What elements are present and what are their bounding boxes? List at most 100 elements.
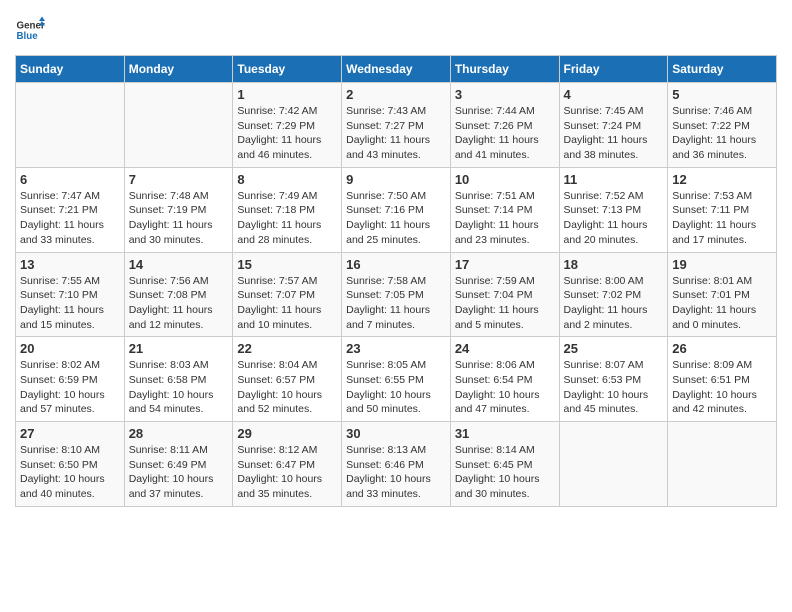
calendar-cell: 21 Sunrise: 8:03 AMSunset: 6:58 PMDayligh… xyxy=(124,337,233,422)
day-detail: Sunrise: 8:03 AMSunset: 6:58 PMDaylight:… xyxy=(129,358,229,417)
day-number: 20 xyxy=(20,341,120,356)
day-detail: Sunrise: 7:51 AMSunset: 7:14 PMDaylight:… xyxy=(455,189,555,248)
calendar-cell: 29 Sunrise: 8:12 AMSunset: 6:47 PMDayligh… xyxy=(233,422,342,507)
calendar-week-row: 6 Sunrise: 7:47 AMSunset: 7:21 PMDaylight… xyxy=(16,167,777,252)
day-number: 6 xyxy=(20,172,120,187)
calendar-cell xyxy=(668,422,777,507)
day-detail: Sunrise: 7:53 AMSunset: 7:11 PMDaylight:… xyxy=(672,189,772,248)
day-detail: Sunrise: 7:45 AMSunset: 7:24 PMDaylight:… xyxy=(564,104,664,163)
calendar-cell: 20 Sunrise: 8:02 AMSunset: 6:59 PMDayligh… xyxy=(16,337,125,422)
day-detail: Sunrise: 8:02 AMSunset: 6:59 PMDaylight:… xyxy=(20,358,120,417)
page-header: General Blue xyxy=(15,15,777,45)
day-of-week-header: Monday xyxy=(124,56,233,83)
logo-icon: General Blue xyxy=(15,15,45,45)
calendar-cell: 15Sunrise: 7:57 AMSunset: 7:07 PMDayligh… xyxy=(233,252,342,337)
day-detail: Sunrise: 7:49 AMSunset: 7:18 PMDaylight:… xyxy=(237,189,337,248)
svg-text:Blue: Blue xyxy=(17,31,39,42)
calendar-cell: 28Sunrise: 8:11 AMSunset: 6:49 PMDayligh… xyxy=(124,422,233,507)
day-number: 7 xyxy=(129,172,229,187)
day-detail: Sunrise: 7:52 AMSunset: 7:13 PMDaylight:… xyxy=(564,189,664,248)
calendar-cell: 27Sunrise: 8:10 AMSunset: 6:50 PMDayligh… xyxy=(16,422,125,507)
day-number: 28 xyxy=(129,426,229,441)
calendar-cell: 3 Sunrise: 7:44 AMSunset: 7:26 PMDaylight… xyxy=(450,83,559,168)
calendar-cell: 26Sunrise: 8:09 AMSunset: 6:51 PMDayligh… xyxy=(668,337,777,422)
calendar-cell xyxy=(559,422,668,507)
day-detail: Sunrise: 7:43 AMSunset: 7:27 PMDaylight:… xyxy=(346,104,446,163)
calendar-cell: 17Sunrise: 7:59 AMSunset: 7:04 PMDayligh… xyxy=(450,252,559,337)
calendar-week-row: 1 Sunrise: 7:42 AMSunset: 7:29 PMDaylight… xyxy=(16,83,777,168)
day-number: 11 xyxy=(564,172,664,187)
day-of-week-header: Wednesday xyxy=(342,56,451,83)
day-number: 3 xyxy=(455,87,555,102)
day-number: 9 xyxy=(346,172,446,187)
calendar-cell: 2 Sunrise: 7:43 AMSunset: 7:27 PMDaylight… xyxy=(342,83,451,168)
calendar-cell: 18 Sunrise: 8:00 AMSunset: 7:02 PMDayligh… xyxy=(559,252,668,337)
day-detail: Sunrise: 8:05 AMSunset: 6:55 PMDaylight:… xyxy=(346,358,446,417)
day-detail: Sunrise: 7:44 AMSunset: 7:26 PMDaylight:… xyxy=(455,104,555,163)
day-number: 5 xyxy=(672,87,772,102)
day-number: 25 xyxy=(564,341,664,356)
svg-text:General: General xyxy=(17,21,46,32)
day-number: 2 xyxy=(346,87,446,102)
day-detail: Sunrise: 7:48 AMSunset: 7:19 PMDaylight:… xyxy=(129,189,229,248)
day-detail: Sunrise: 8:13 AMSunset: 6:46 PMDaylight:… xyxy=(346,443,446,502)
day-detail: Sunrise: 8:14 AMSunset: 6:45 PMDaylight:… xyxy=(455,443,555,502)
day-number: 27 xyxy=(20,426,120,441)
day-detail: Sunrise: 8:06 AMSunset: 6:54 PMDaylight:… xyxy=(455,358,555,417)
calendar-cell: 4Sunrise: 7:45 AMSunset: 7:24 PMDaylight… xyxy=(559,83,668,168)
calendar-cell: 30Sunrise: 8:13 AMSunset: 6:46 PMDayligh… xyxy=(342,422,451,507)
day-of-week-header: Thursday xyxy=(450,56,559,83)
calendar-table: SundayMondayTuesdayWednesdayThursdayFrid… xyxy=(15,55,777,507)
calendar-cell: 24 Sunrise: 8:06 AMSunset: 6:54 PMDayligh… xyxy=(450,337,559,422)
day-detail: Sunrise: 8:07 AMSunset: 6:53 PMDaylight:… xyxy=(564,358,664,417)
day-number: 26 xyxy=(672,341,772,356)
calendar-cell: 9 Sunrise: 7:50 AMSunset: 7:16 PMDaylight… xyxy=(342,167,451,252)
day-number: 10 xyxy=(455,172,555,187)
calendar-cell: 25 Sunrise: 8:07 AMSunset: 6:53 PMDayligh… xyxy=(559,337,668,422)
day-number: 14 xyxy=(129,257,229,272)
calendar-cell xyxy=(124,83,233,168)
calendar-cell: 16 Sunrise: 7:58 AMSunset: 7:05 PMDayligh… xyxy=(342,252,451,337)
logo: General Blue xyxy=(15,15,45,45)
day-number: 24 xyxy=(455,341,555,356)
calendar-cell: 7 Sunrise: 7:48 AMSunset: 7:19 PMDaylight… xyxy=(124,167,233,252)
day-number: 22 xyxy=(237,341,337,356)
calendar-cell: 14 Sunrise: 7:56 AMSunset: 7:08 PMDayligh… xyxy=(124,252,233,337)
day-number: 23 xyxy=(346,341,446,356)
day-number: 8 xyxy=(237,172,337,187)
day-detail: Sunrise: 7:56 AMSunset: 7:08 PMDaylight:… xyxy=(129,274,229,333)
day-of-week-header: Friday xyxy=(559,56,668,83)
calendar-cell: 23 Sunrise: 8:05 AMSunset: 6:55 PMDayligh… xyxy=(342,337,451,422)
day-number: 18 xyxy=(564,257,664,272)
day-detail: Sunrise: 7:58 AMSunset: 7:05 PMDaylight:… xyxy=(346,274,446,333)
day-number: 21 xyxy=(129,341,229,356)
day-number: 31 xyxy=(455,426,555,441)
day-number: 15 xyxy=(237,257,337,272)
day-detail: Sunrise: 7:42 AMSunset: 7:29 PMDaylight:… xyxy=(237,104,337,163)
calendar-week-row: 13Sunrise: 7:55 AMSunset: 7:10 PMDayligh… xyxy=(16,252,777,337)
calendar-cell: 10 Sunrise: 7:51 AMSunset: 7:14 PMDayligh… xyxy=(450,167,559,252)
day-of-week-header: Sunday xyxy=(16,56,125,83)
day-number: 1 xyxy=(237,87,337,102)
calendar-cell: 22Sunrise: 8:04 AMSunset: 6:57 PMDayligh… xyxy=(233,337,342,422)
day-detail: Sunrise: 8:01 AMSunset: 7:01 PMDaylight:… xyxy=(672,274,772,333)
day-number: 19 xyxy=(672,257,772,272)
calendar-cell: 6 Sunrise: 7:47 AMSunset: 7:21 PMDaylight… xyxy=(16,167,125,252)
day-detail: Sunrise: 7:46 AMSunset: 7:22 PMDaylight:… xyxy=(672,104,772,163)
calendar-cell: 11 Sunrise: 7:52 AMSunset: 7:13 PMDayligh… xyxy=(559,167,668,252)
day-detail: Sunrise: 8:00 AMSunset: 7:02 PMDaylight:… xyxy=(564,274,664,333)
calendar-cell: 8 Sunrise: 7:49 AMSunset: 7:18 PMDaylight… xyxy=(233,167,342,252)
calendar-week-row: 27Sunrise: 8:10 AMSunset: 6:50 PMDayligh… xyxy=(16,422,777,507)
day-number: 16 xyxy=(346,257,446,272)
calendar-cell xyxy=(16,83,125,168)
calendar-week-row: 20 Sunrise: 8:02 AMSunset: 6:59 PMDayligh… xyxy=(16,337,777,422)
day-number: 29 xyxy=(237,426,337,441)
day-detail: Sunrise: 7:50 AMSunset: 7:16 PMDaylight:… xyxy=(346,189,446,248)
day-of-week-header: Saturday xyxy=(668,56,777,83)
calendar-cell: 13Sunrise: 7:55 AMSunset: 7:10 PMDayligh… xyxy=(16,252,125,337)
calendar-header-row: SundayMondayTuesdayWednesdayThursdayFrid… xyxy=(16,56,777,83)
day-detail: Sunrise: 8:12 AMSunset: 6:47 PMDaylight:… xyxy=(237,443,337,502)
day-number: 13 xyxy=(20,257,120,272)
day-detail: Sunrise: 7:47 AMSunset: 7:21 PMDaylight:… xyxy=(20,189,120,248)
calendar-cell: 31 Sunrise: 8:14 AMSunset: 6:45 PMDayligh… xyxy=(450,422,559,507)
